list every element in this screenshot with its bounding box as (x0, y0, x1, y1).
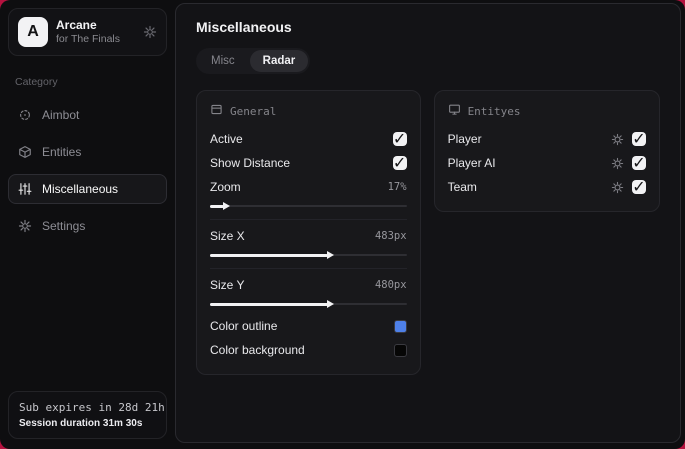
page-title: Miscellaneous (196, 19, 292, 35)
size-y-slider[interactable] (210, 298, 407, 311)
player-ai-settings-gear-icon[interactable] (611, 157, 624, 170)
brand-logo: A (18, 17, 48, 47)
sidebar-item-label: Entities (42, 145, 82, 159)
brand-title: Arcane (56, 17, 97, 32)
team-checkbox[interactable]: ✓ (632, 179, 646, 196)
size-x-value: 483px (374, 230, 407, 242)
tab-group: Misc Radar (196, 48, 311, 74)
subscription-info-card: Sub expires in 28d 21h Session duration … (8, 391, 167, 439)
zoom-slider[interactable] (210, 200, 407, 213)
brand-card: A Arcane for The Finals (8, 8, 167, 56)
slider-row-size-x: Size X 483px (210, 229, 407, 243)
panels-row: General Active ✓ Show Distance ✓ Zoom 17… (196, 90, 660, 375)
player-checkbox[interactable]: ✓ (632, 131, 646, 148)
show-distance-checkbox[interactable]: ✓ (392, 155, 407, 172)
entities-panel: Entityes Player ✓ Player AI ✓ Team ✓ (433, 90, 660, 212)
sidebar-item-entities[interactable]: Entities (8, 137, 167, 167)
player-ai-checkbox[interactable]: ✓ (632, 155, 646, 172)
sidebar-item-label: Settings (42, 219, 86, 233)
sidebar-item-settings[interactable]: Settings (8, 211, 167, 241)
color-outline-swatch[interactable] (393, 319, 407, 333)
active-checkbox[interactable]: ✓ (392, 131, 407, 148)
sidebar-item-label: Aimbot (42, 108, 80, 122)
monitor-icon (448, 103, 461, 119)
brand-subtitle: for The Finals (56, 32, 120, 45)
divider (210, 268, 407, 269)
general-panel-title: General (230, 104, 277, 118)
color-row-background: Color background (210, 339, 407, 361)
crosshair-icon (18, 108, 32, 122)
sidebar-nav: Category Aimbot Entities Miscellaneous S… (0, 76, 175, 248)
sidebar: A Arcane for The Finals Category Aimbot … (0, 0, 175, 449)
sidebar-item-aimbot[interactable]: Aimbot (8, 100, 167, 130)
size-x-slider[interactable] (210, 249, 407, 262)
team-settings-gear-icon[interactable] (611, 181, 624, 194)
gear-icon (18, 219, 32, 233)
brand-gear-icon[interactable] (143, 25, 157, 39)
divider (210, 219, 407, 220)
entity-row-player: Player ✓ (447, 131, 646, 148)
color-row-outline: Color outline (210, 315, 407, 337)
sliders-icon (18, 182, 32, 196)
entities-panel-title: Entityes (467, 104, 521, 118)
general-panel: General Active ✓ Show Distance ✓ Zoom 17… (196, 90, 421, 375)
tab-misc[interactable]: Misc (198, 50, 248, 72)
sub-expires-text: Sub expires in 28d 21h (19, 401, 165, 414)
slider-row-size-y: Size Y 480px (210, 278, 407, 292)
main-panel: Miscellaneous Misc Radar General Active … (175, 3, 681, 443)
zoom-value: 17% (387, 181, 407, 193)
window-icon (210, 103, 223, 119)
entity-row-player-ai: Player AI ✓ (447, 155, 646, 172)
slider-row-zoom: Zoom 17% (210, 180, 407, 194)
tab-radar[interactable]: Radar (249, 50, 309, 72)
box-icon (18, 145, 32, 159)
sidebar-item-label: Miscellaneous (42, 182, 119, 196)
color-background-swatch[interactable] (393, 343, 407, 357)
entity-row-team: Team ✓ (447, 179, 646, 196)
session-duration-text: Session duration 31m 30s (19, 418, 143, 429)
category-label: Category (15, 76, 58, 88)
toggle-row-active: Active ✓ (210, 131, 407, 148)
player-settings-gear-icon[interactable] (611, 133, 624, 146)
app-window: A Arcane for The Finals Category Aimbot … (0, 0, 685, 449)
size-y-value: 480px (374, 279, 407, 291)
toggle-row-show-distance: Show Distance ✓ (210, 155, 407, 172)
sidebar-item-miscellaneous[interactable]: Miscellaneous (8, 174, 167, 204)
